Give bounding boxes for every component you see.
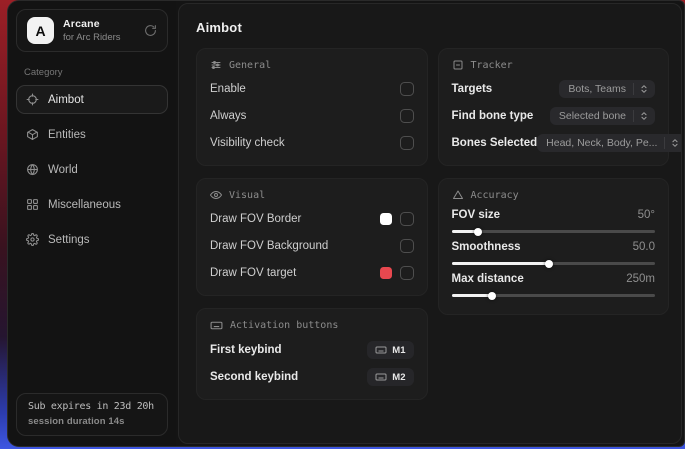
card-title: Tracker <box>471 60 513 71</box>
smoothness-value: 50.0 <box>633 241 655 253</box>
app-window: A Arcane for Arc Riders Category Aim <box>7 0 685 447</box>
fov-target-color-swatch[interactable] <box>380 267 392 279</box>
activation-buttons-card: Activation buttons First keybind M1 <box>196 308 428 400</box>
slider-thumb[interactable] <box>474 228 482 236</box>
fov-background-checkbox[interactable] <box>400 239 414 253</box>
setting-row-first-keybind: First keybind M1 <box>210 341 414 359</box>
first-keybind-button[interactable]: M1 <box>367 341 413 359</box>
visual-card: Visual Draw FOV Border Draw FOV Backgrou… <box>196 178 428 296</box>
logo-letter: A <box>35 23 45 39</box>
app-title: Arcane <box>63 18 135 30</box>
sidebar-item-entities[interactable]: Entities <box>16 120 168 149</box>
app-logo: A <box>27 17 54 44</box>
setting-row-fov-background: Draw FOV Background <box>210 237 414 255</box>
sidebar-item-label: Aimbot <box>48 94 84 106</box>
slider-thumb[interactable] <box>545 260 553 268</box>
max-distance-slider[interactable] <box>452 294 656 297</box>
page-title: Aimbot <box>196 20 669 35</box>
fov-border-checkbox[interactable] <box>400 212 414 226</box>
sidebar-item-world[interactable]: World <box>16 155 168 184</box>
globe-icon <box>26 163 39 176</box>
setting-row-always: Always <box>210 107 414 125</box>
fov-target-checkbox[interactable] <box>400 266 414 280</box>
find-bone-type-dropdown[interactable]: Selected bone <box>550 107 655 125</box>
cube-icon <box>26 128 39 141</box>
subscription-info: Sub expires in 23d 20h session duration … <box>16 393 168 436</box>
fov-size-slider[interactable] <box>452 230 656 233</box>
targets-dropdown[interactable]: Bots, Teams <box>559 80 655 98</box>
main-panel: Aimbot General <box>178 3 682 444</box>
enable-checkbox[interactable] <box>400 82 414 96</box>
setting-row-visibility-check: Visibility check <box>210 134 414 152</box>
slider-thumb[interactable] <box>488 292 496 300</box>
fov-border-color-swatch[interactable] <box>380 213 392 225</box>
gear-icon <box>26 233 39 246</box>
scan-icon <box>452 59 464 71</box>
setting-row-fov-border: Draw FOV Border <box>210 210 414 228</box>
fov-size-slider-group: FOV size 50° <box>452 209 656 233</box>
setting-row-find-bone-type: Find bone type Selected bone <box>452 107 656 125</box>
category-label: Category <box>24 67 160 78</box>
right-column: Tracker Targets Bots, Teams <box>438 48 670 400</box>
grid-icon <box>26 198 39 211</box>
left-column: General Enable Always Visibility check <box>196 48 428 400</box>
sidebar-item-label: World <box>48 164 78 176</box>
always-checkbox[interactable] <box>400 109 414 123</box>
keyboard-icon <box>210 319 223 332</box>
chevrons-up-down-icon <box>633 83 655 95</box>
sliders-icon <box>210 59 222 71</box>
sidebar-item-label: Miscellaneous <box>48 199 121 211</box>
second-keybind-button[interactable]: M2 <box>367 368 413 386</box>
card-title: Activation buttons <box>230 320 338 331</box>
smoothness-slider-group: Smoothness 50.0 <box>452 241 656 265</box>
keyboard-icon <box>375 371 387 383</box>
card-title: Visual <box>229 190 265 201</box>
setting-row-second-keybind: Second keybind M2 <box>210 368 414 386</box>
sub-expiry-text: Sub expires in 23d 20h <box>28 401 156 412</box>
accuracy-card: Accuracy FOV size 50° <box>438 178 670 315</box>
session-duration-text: session duration 14s <box>28 416 156 427</box>
keyboard-icon <box>375 344 387 356</box>
crosshair-icon <box>26 93 39 106</box>
chevrons-up-down-icon <box>664 137 682 149</box>
visibility-check-checkbox[interactable] <box>400 136 414 150</box>
triangle-icon <box>452 189 464 201</box>
card-title: General <box>229 60 271 71</box>
tracker-card: Tracker Targets Bots, Teams <box>438 48 670 166</box>
sidebar-item-miscellaneous[interactable]: Miscellaneous <box>16 190 168 219</box>
sidebar: A Arcane for Arc Riders Category Aim <box>8 1 176 446</box>
sidebar-item-label: Settings <box>48 234 90 246</box>
card-title: Accuracy <box>471 190 519 201</box>
sidebar-item-settings[interactable]: Settings <box>16 225 168 254</box>
bones-selected-dropdown[interactable]: Head, Neck, Body, Pe... <box>537 134 682 152</box>
max-distance-slider-group: Max distance 250m <box>452 273 656 297</box>
general-card: General Enable Always Visibility check <box>196 48 428 166</box>
sidebar-header: A Arcane for Arc Riders <box>16 9 168 52</box>
sidebar-item-label: Entities <box>48 129 86 141</box>
chevrons-up-down-icon <box>633 110 655 122</box>
smoothness-slider[interactable] <box>452 262 656 265</box>
setting-row-targets: Targets Bots, Teams <box>452 80 656 98</box>
max-distance-value: 250m <box>626 273 655 285</box>
setting-row-fov-target: Draw FOV target <box>210 264 414 282</box>
app-subtitle: for Arc Riders <box>63 32 135 43</box>
fov-size-value: 50° <box>638 209 655 221</box>
setting-row-bones-selected: Bones Selected Head, Neck, Body, Pe... <box>452 134 656 152</box>
eye-icon <box>210 189 222 201</box>
sidebar-nav: Aimbot Entities World <box>8 85 176 254</box>
setting-row-enable: Enable <box>210 80 414 98</box>
sidebar-item-aimbot[interactable]: Aimbot <box>16 85 168 114</box>
sync-icon[interactable] <box>144 24 157 37</box>
